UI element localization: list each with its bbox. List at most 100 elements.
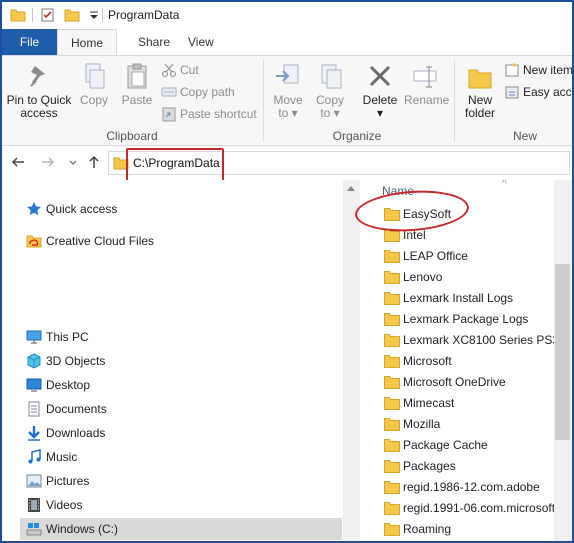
copy-to-label-2: to ▾ [320,106,340,120]
list-item[interactable]: Lexmark XC8100 Series PS3 [382,330,554,351]
star-icon [27,202,41,216]
list-item[interactable]: Mimecast [382,393,554,414]
folder-icon [384,439,400,452]
nav-item-label: Creative Cloud Files [46,234,155,248]
paste-shortcut-button[interactable]: Paste shortcut [161,105,261,123]
list-item-label: Package Cache [403,438,488,452]
paste-button[interactable]: Paste [117,62,157,107]
windows-drive-icon [26,523,42,536]
nav-item-creative-cloud-files[interactable]: Creative Cloud Files [20,230,342,252]
copy-path-label: Copy path [180,85,235,99]
cut-label: Cut [180,63,199,77]
copy-label: Copy [79,93,108,107]
list-item-label: Mimecast [403,396,455,410]
copy-button[interactable]: Copy [76,62,112,107]
list-item[interactable]: Packages [382,456,554,477]
easy-access-icon [505,86,519,99]
nav-item-desktop[interactable]: Desktop [20,374,342,396]
nav-item-3d-objects[interactable]: 3D Objects [20,350,342,372]
recent-locations-chevron-icon[interactable] [65,154,81,170]
list-item[interactable]: Microsoft OneDrive [382,372,554,393]
nav-item-label: 3D Objects [46,354,106,368]
forward-arrow-icon[interactable] [40,154,56,170]
tab-home[interactable]: Home [57,29,117,55]
folder-icon [384,376,400,389]
paste-shortcut-icon [162,107,176,122]
address-row: C:\ProgramData [2,146,572,180]
folder-icon [384,250,400,263]
list-item-label: Lexmark Install Logs [403,291,514,305]
list-item[interactable]: Package Cache [382,435,554,456]
scissors-icon [162,63,176,77]
properties-icon[interactable] [40,7,56,23]
pin-label-2: access [20,106,58,120]
up-arrow-icon[interactable] [86,154,102,170]
ribbon: Pin to Quick access Copy Paste Cut Copy … [2,55,572,146]
tab-file[interactable]: File [2,29,57,55]
window-title: ProgramData [108,8,180,22]
customize-toolbar-dropdown-icon[interactable] [86,7,102,23]
folder-icon [384,397,400,410]
nav-item-label: Pictures [46,474,90,488]
copy-path-button[interactable]: Copy path [161,83,261,101]
title-bar: ProgramData [2,2,572,29]
list-item[interactable]: Lenovo [382,267,554,288]
easy-access-label: Easy access [523,85,572,99]
cut-button[interactable]: Cut [161,61,261,79]
folder-icon [384,313,400,326]
rename-button[interactable]: Rename [404,62,449,107]
scrollbar-thumb[interactable] [555,264,570,440]
list-item-label: LEAP Office [403,249,468,263]
nav-item-windows-c[interactable]: Windows (C:) [20,518,342,540]
nav-item-label: Quick access [46,202,118,216]
new-folder-qat-icon[interactable] [64,7,80,23]
list-item-label: regid.1986-12.com.adobe [403,480,540,494]
nav-item-documents[interactable]: Documents [20,398,342,420]
navigation-pane-scrollbar[interactable] [343,180,360,541]
nav-item-this-pc[interactable]: This PC [20,326,342,348]
scroll-up-arrow-icon[interactable] [347,186,355,191]
list-item[interactable]: regid.1991-06.com.microsoft [382,498,554,519]
ribbon-group-separator [454,60,455,142]
nav-item-downloads[interactable]: Downloads [20,422,342,444]
list-item[interactable]: Mozilla [382,414,554,435]
folder-icon [384,481,400,494]
copy-to-button[interactable]: Copy to ▾ [312,62,348,120]
new-item-button[interactable]: New item ▾ [504,61,572,79]
back-arrow-icon[interactable] [10,154,26,170]
folder-icon [384,334,400,347]
nav-item-music[interactable]: Music [20,446,342,468]
file-list-scrollbar[interactable] [554,180,572,541]
list-item[interactable]: Lexmark Install Logs [382,288,554,309]
new-group-label: New [512,129,537,143]
list-item[interactable]: LEAP Office [382,246,554,267]
documents-icon [28,401,40,417]
nav-item-pictures[interactable]: Pictures [20,470,342,492]
tab-view[interactable]: View [174,29,228,55]
list-item[interactable]: regid.1986-12.com.adobe [382,477,554,498]
nav-item-videos[interactable]: Videos [20,494,342,516]
file-list: Name ^ EasySoft Intel LEAP Office Lenovo Lex… [360,180,554,541]
nav-item-quick-access[interactable]: Quick access [20,198,342,220]
list-item-label: Mozilla [403,417,441,431]
nav-item-label: Videos [46,498,83,512]
copy-path-icon [161,87,177,97]
folder-icon [384,355,400,368]
list-item-label: Roaming [403,522,452,536]
delete-button[interactable]: Delete ▾ [358,62,402,120]
pin-to-quick-access-button[interactable]: Pin to Quick access [4,62,74,120]
move-to-button[interactable]: Move to ▾ [270,62,306,120]
move-to-icon [276,64,299,84]
list-item[interactable]: Lexmark Package Logs [382,309,554,330]
copy-icon [85,63,105,89]
move-to-label-2: to ▾ [278,106,298,120]
list-item[interactable]: Roaming [382,519,554,540]
new-folder-button[interactable]: New folder [458,62,502,120]
easy-access-button[interactable]: Easy access [504,83,572,101]
list-item[interactable]: Microsoft [382,351,554,372]
nav-item-label: This PC [46,330,89,344]
folder-icon [10,9,26,22]
download-arrow-icon [28,426,40,441]
nav-item-label: Music [46,450,78,464]
clipboard-group-label: Clipboard [106,129,158,143]
